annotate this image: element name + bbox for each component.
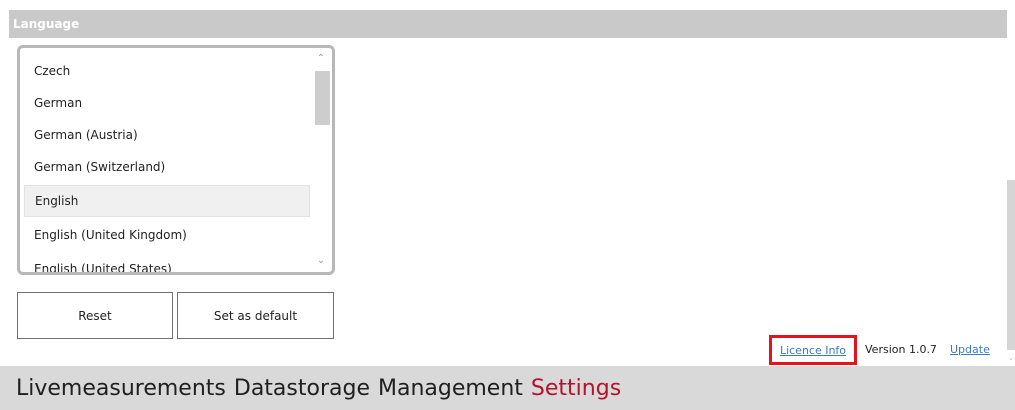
update-link[interactable]: Update bbox=[950, 343, 990, 356]
nav-settings[interactable]: Settings bbox=[531, 376, 621, 401]
top-strip bbox=[0, 0, 1015, 10]
scroll-down-arrow-icon[interactable]: ⌄ bbox=[313, 253, 329, 269]
set-as-default-button-label: Set as default bbox=[213, 308, 298, 323]
language-item-label: German bbox=[34, 96, 83, 110]
nav-livemeasurements[interactable]: Livemeasurements bbox=[16, 376, 226, 401]
language-item-english-uk[interactable]: English (United Kingdom) bbox=[24, 219, 310, 251]
language-item-german-switzerland[interactable]: German (Switzerland) bbox=[24, 151, 310, 183]
language-item-czech[interactable]: Czech bbox=[24, 55, 310, 87]
language-item-label: German (Switzerland) bbox=[34, 160, 166, 174]
panel-title: Language bbox=[13, 17, 80, 31]
language-item-label: English (United States) bbox=[34, 262, 172, 275]
scroll-thumb[interactable] bbox=[315, 71, 330, 125]
language-list-scrollbar[interactable]: ⌃ ⌄ bbox=[313, 51, 330, 269]
licence-info-link[interactable]: Licence Info bbox=[769, 335, 857, 365]
page-scrollbar[interactable]: ⌄ bbox=[1007, 10, 1015, 364]
nav-datastorage[interactable]: Datastorage bbox=[234, 376, 370, 401]
licence-info-label: Licence Info bbox=[779, 343, 847, 357]
set-as-default-button[interactable]: Set as default bbox=[177, 292, 334, 339]
language-panel-header: Language bbox=[9, 10, 1007, 38]
language-item-label: English (United Kingdom) bbox=[34, 228, 187, 242]
language-item-german-austria[interactable]: German (Austria) bbox=[24, 119, 310, 151]
language-item-english[interactable]: English bbox=[24, 185, 310, 217]
version-label: Version 1.0.7 bbox=[865, 343, 937, 356]
bottom-navigation: Livemeasurements Datastorage Management … bbox=[0, 366, 1015, 410]
language-item-label: English bbox=[35, 194, 79, 208]
language-listbox[interactable]: Czech German German (Austria) German (Sw… bbox=[17, 45, 335, 275]
scroll-up-arrow-icon[interactable]: ⌃ bbox=[313, 51, 329, 67]
language-item-german[interactable]: German bbox=[24, 87, 310, 119]
language-item-english-us[interactable]: English (United States) bbox=[24, 253, 310, 275]
reset-button-label: Reset bbox=[78, 308, 112, 323]
page-scroll-down-icon[interactable]: ⌄ bbox=[1007, 354, 1015, 364]
page-scroll-thumb[interactable] bbox=[1007, 180, 1015, 350]
reset-button[interactable]: Reset bbox=[17, 292, 173, 339]
language-item-label: German (Austria) bbox=[34, 128, 138, 142]
language-item-label: Czech bbox=[34, 64, 71, 78]
nav-management[interactable]: Management bbox=[378, 376, 523, 401]
